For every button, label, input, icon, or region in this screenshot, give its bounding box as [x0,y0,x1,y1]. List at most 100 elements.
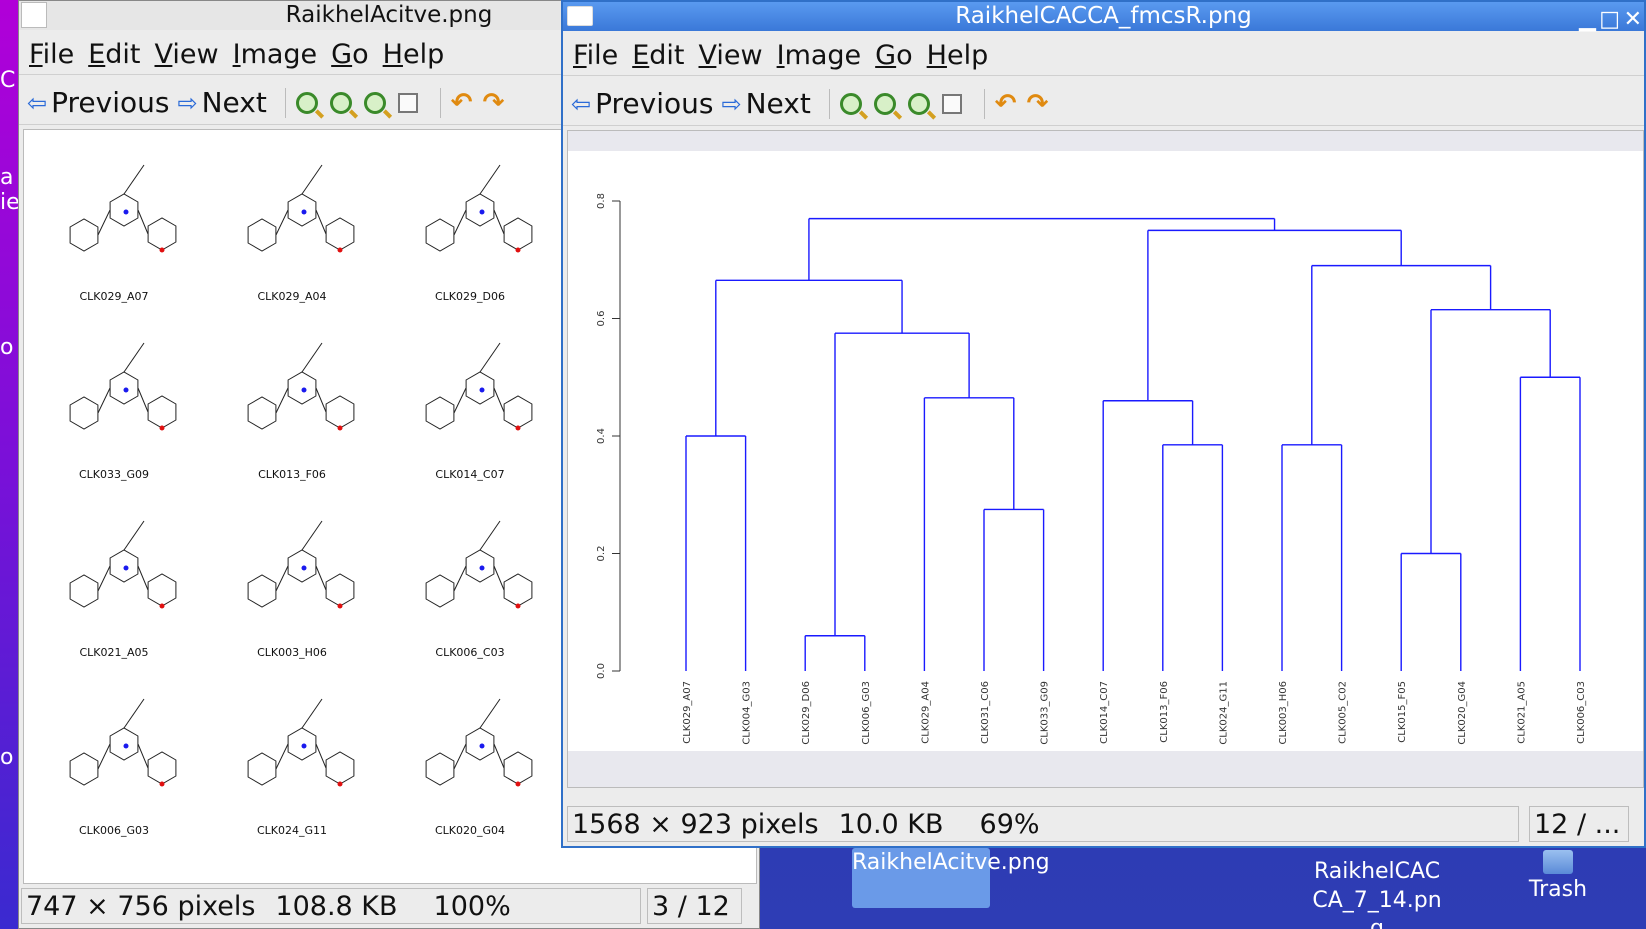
menu-edit[interactable]: Edit [632,40,684,71]
menu-help[interactable]: Help [383,39,445,70]
bond-mark [453,565,467,592]
zoom-normal-icon[interactable] [907,92,930,115]
oxygen-atom [159,247,165,253]
rotate-right-icon[interactable]: ↷ [1027,89,1049,119]
rotate-right-icon[interactable]: ↷ [483,88,505,118]
rotate-left-icon[interactable]: ↶ [995,89,1017,119]
menu-file[interactable]: File [29,39,74,70]
oxygen-atom [159,425,165,431]
next-button[interactable]: ⇨ Next [177,86,266,119]
bond-mark [301,342,323,373]
bond-mark [275,387,289,414]
nitrogen-atom [123,387,129,393]
zoom-fit-icon[interactable] [397,92,418,113]
bond-mark [453,387,467,414]
zoom-in-icon[interactable] [839,92,862,115]
desktop-icon-trash[interactable]: Trash [1518,850,1598,905]
bond-mark [453,209,467,236]
minimize-icon[interactable]: ▁ [1579,5,1596,34]
bond-mark [479,698,501,729]
ring-mark [109,371,139,405]
bond-mark [453,743,467,770]
nitrogen-atom [479,387,485,393]
image-canvas[interactable]: 0.0 0.2 0.4 0.6 0.8 CLK029_A07 CLK004_G03 CLK02… [567,130,1644,788]
molecule-structure [69,520,177,609]
bond-mark [123,698,145,729]
molecule-label: CLK029_D06 [435,290,505,303]
menu-image[interactable]: Image [233,39,318,70]
ring-mark [147,395,177,429]
nitrogen-atom [479,209,485,215]
zoom-out-icon[interactable] [873,92,896,115]
menu-help[interactable]: Help [927,40,989,71]
menu-image[interactable]: Image [777,40,862,71]
leaf-label: CLK033_G09 [1040,681,1051,745]
nitrogen-atom [479,565,485,571]
bond-mark [275,209,289,236]
menu-go[interactable]: Go [875,40,912,71]
ring-mark [465,193,495,227]
menu-view[interactable]: View [699,40,763,71]
bond-mark [315,743,327,769]
desktop-icon-png-file[interactable]: RaikhelCACCA_7_14.png [1312,858,1452,929]
toolbar-separator [983,88,985,119]
menu-go[interactable]: Go [331,39,368,70]
y-tick-label: 0.6 [596,311,607,327]
previous-button[interactable]: ⇦ Previous [27,86,169,119]
molecule-structure [247,698,355,787]
ring-mark [465,371,495,405]
oxygen-atom [515,247,521,253]
rotate-left-icon[interactable]: ↶ [451,88,473,118]
ring-mark [109,727,139,761]
molecule-label: CLK020_G04 [435,824,505,837]
leaf-label: CLK024_G11 [1218,681,1229,745]
zoom-fit-icon[interactable] [941,93,962,114]
menu-file[interactable]: File [573,40,618,71]
molecule-structure [425,698,533,787]
previous-button[interactable]: ⇦ Previous [571,87,713,120]
ring-mark [109,549,139,583]
close-icon[interactable]: ✕ [1624,5,1642,34]
y-tick-label: 0.8 [596,193,607,209]
molecule-structure [69,164,177,253]
desktop-text-fragment: a [0,165,14,190]
ring-mark [325,573,355,607]
molecule-label: CLK024_G11 [257,824,327,837]
oxygen-atom [515,781,521,787]
desktop-text-fragment: ie [0,190,20,215]
status-dimensions: 1568 × 923 pixels [572,808,819,840]
bond-mark [97,209,111,236]
zoom-out-icon[interactable] [329,91,352,114]
molecule-structure [425,164,533,253]
window-title: RaikhelAcitve.png [285,2,493,28]
ring-mark [325,751,355,785]
maximize-icon[interactable]: □ [1599,5,1620,34]
ring-mark [147,751,177,785]
bond-mark [137,387,149,413]
bond-mark [315,387,327,413]
ring-mark [109,193,139,227]
status-zoom: 100% [433,890,511,922]
taskbar-button-raikhelacitve[interactable]: RaikhelAcitve.png [852,848,1050,908]
bond-mark [123,520,145,551]
molecule-label: CLK003_H06 [257,646,327,659]
bond-mark [123,342,145,373]
window-titlebar[interactable]: RaikhelCACCA_fmcsR.png ▁ □ ✕ [563,2,1644,34]
ring-mark [465,727,495,761]
y-tick-label: 0.2 [596,546,607,562]
zoom-normal-icon[interactable] [363,91,386,114]
bond-mark [301,520,323,551]
next-button[interactable]: ⇨ Next [721,87,810,120]
oxygen-atom [159,603,165,609]
leaf-label: CLK029_A07 [682,681,693,744]
leaf-label: CLK004_G03 [742,681,753,745]
zoom-in-icon[interactable] [295,91,318,114]
window-icon [21,2,47,28]
menu-edit[interactable]: Edit [88,39,140,70]
molecule-label: CLK014_C07 [435,468,504,481]
oxygen-atom [337,603,343,609]
ring-mark [147,573,177,607]
menu-view[interactable]: View [155,39,219,70]
desktop-text-fragment: C [0,68,16,93]
dendrogram-chart: 0.0 0.2 0.4 0.6 0.8 CLK029_A07 CLK004_G03 CLK02… [568,151,1643,751]
